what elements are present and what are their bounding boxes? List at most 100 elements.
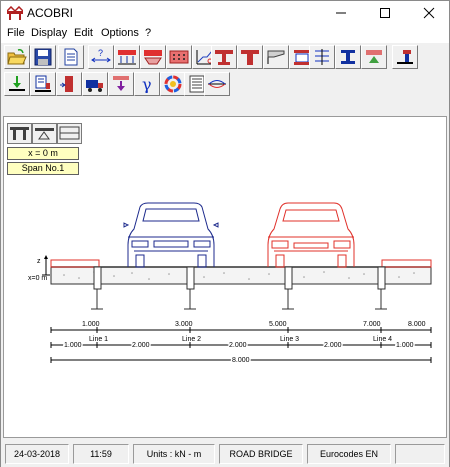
beam-1 bbox=[93, 266, 102, 290]
chainage-1: 1.000 bbox=[82, 321, 100, 328]
z-axis-label: z bbox=[37, 258, 41, 265]
beam-section-button[interactable] bbox=[211, 45, 237, 69]
window-title: ACOBRI bbox=[27, 6, 74, 20]
line-label-2: Line 2 bbox=[182, 336, 201, 343]
align-button[interactable] bbox=[309, 45, 335, 69]
deflection-icon bbox=[208, 80, 226, 88]
status-date: 24-03-2018 bbox=[5, 444, 69, 464]
menu-options[interactable]: Options bbox=[101, 27, 139, 39]
deck-button[interactable] bbox=[263, 45, 289, 69]
deck-icon bbox=[267, 50, 285, 64]
i-beam-icon bbox=[341, 50, 355, 64]
status-bar: 24-03-2018 11:59 Units : kN - m ROAD BRI… bbox=[1, 441, 449, 467]
distributed-load-icon bbox=[169, 50, 189, 64]
distributed-load-button[interactable] bbox=[166, 45, 192, 69]
total-length: 8.000 bbox=[232, 357, 250, 364]
status-extra bbox=[395, 444, 445, 464]
open-icon bbox=[7, 49, 27, 65]
line-label-1: Line 1 bbox=[89, 336, 108, 343]
i-beam-button[interactable] bbox=[335, 45, 361, 69]
drawing-canvas[interactable]: x = 0 m Span No.1 z x=0 m 1.000 3.000 5.… bbox=[3, 116, 447, 438]
pier-icon bbox=[397, 50, 413, 64]
pier-lines bbox=[91, 289, 387, 310]
span-dim-2: 2.000 bbox=[132, 342, 150, 349]
menu-bar: File Display Edit Options ? bbox=[1, 25, 449, 43]
status-code: Eurocodes EN bbox=[307, 444, 391, 464]
truck-icon bbox=[86, 80, 103, 92]
bridge-drawing: z x=0 m 1.000 3.000 5.000 7.000 8.000 1.… bbox=[28, 202, 432, 366]
beam-3 bbox=[284, 266, 293, 290]
status-units: Units : kN - m bbox=[133, 444, 215, 464]
truck-load-icon bbox=[118, 50, 136, 65]
line-label-3: Line 3 bbox=[280, 336, 299, 343]
cantilever-button[interactable] bbox=[237, 45, 263, 69]
svg-text:γ: γ bbox=[142, 75, 152, 93]
maximize-icon bbox=[380, 8, 390, 18]
slab-icon bbox=[144, 50, 162, 65]
truck-load-button[interactable] bbox=[114, 45, 140, 69]
deflection-button[interactable] bbox=[204, 72, 230, 96]
close-icon bbox=[423, 7, 435, 19]
support-icon bbox=[366, 50, 382, 63]
save-button[interactable] bbox=[30, 45, 56, 69]
svg-text:?: ? bbox=[98, 48, 103, 58]
deck-slab bbox=[50, 266, 432, 285]
document-icon bbox=[64, 48, 78, 66]
app-icon bbox=[7, 6, 23, 20]
status-time: 11:59 bbox=[73, 444, 129, 464]
filter-button[interactable] bbox=[108, 72, 134, 96]
menu-display[interactable]: Display bbox=[31, 27, 67, 39]
beam-section-icon bbox=[215, 50, 233, 65]
maximize-button[interactable] bbox=[363, 1, 407, 25]
download-button[interactable] bbox=[4, 72, 30, 96]
cantilever-icon bbox=[241, 50, 259, 65]
minimize-icon bbox=[336, 12, 346, 14]
pier-load-icon bbox=[60, 76, 73, 92]
report-button[interactable] bbox=[30, 72, 56, 96]
help-arrows-icon: ? bbox=[91, 48, 111, 63]
app-window: ACOBRI File Display Edit Options ? ? γ x… bbox=[0, 0, 450, 467]
span-dim-4: 2.000 bbox=[324, 342, 342, 349]
help-arrows-button[interactable]: ? bbox=[88, 45, 114, 69]
menu-help[interactable]: ? bbox=[145, 27, 151, 39]
pier-load-button[interactable] bbox=[56, 72, 82, 96]
close-button[interactable] bbox=[407, 1, 450, 25]
beam-4 bbox=[377, 266, 386, 290]
z-arrow-icon bbox=[44, 255, 48, 259]
right-curb bbox=[381, 259, 432, 268]
chainage-5: 8.000 bbox=[408, 321, 426, 328]
gamma-icon: γ bbox=[142, 75, 152, 93]
support-button[interactable] bbox=[361, 45, 387, 69]
toolbar: ? γ bbox=[1, 43, 449, 113]
status-bridge-type: ROAD BRIDGE bbox=[219, 444, 303, 464]
open-button[interactable] bbox=[4, 45, 30, 69]
download-icon bbox=[9, 76, 25, 91]
origin-label: x=0 m bbox=[28, 275, 47, 282]
color-wheel-icon bbox=[164, 75, 182, 93]
chainage-4: 7.000 bbox=[363, 321, 381, 328]
beam-2 bbox=[186, 266, 195, 290]
gamma-button[interactable]: γ bbox=[134, 72, 160, 96]
report-icon bbox=[35, 75, 51, 92]
menu-edit[interactable]: Edit bbox=[74, 27, 93, 39]
left-curb bbox=[50, 259, 100, 268]
line-label-4: Line 4 bbox=[373, 336, 392, 343]
slab-button[interactable] bbox=[140, 45, 166, 69]
span-dim-3: 2.000 bbox=[229, 342, 247, 349]
span-dim-5: 1.000 bbox=[396, 342, 414, 349]
align-icon bbox=[315, 49, 329, 65]
save-icon bbox=[34, 48, 52, 66]
span-dim-1: 1.000 bbox=[64, 342, 82, 349]
left-car bbox=[123, 202, 219, 268]
pier-button[interactable] bbox=[392, 45, 418, 69]
chainage-3: 5.000 bbox=[269, 321, 287, 328]
title-bar: ACOBRI bbox=[1, 1, 449, 25]
color-wheel-button[interactable] bbox=[160, 72, 186, 96]
menu-file[interactable]: File bbox=[7, 27, 25, 39]
chainage-2: 3.000 bbox=[175, 321, 193, 328]
minimize-button[interactable] bbox=[319, 1, 363, 25]
document-button[interactable] bbox=[58, 45, 84, 69]
filter-icon bbox=[113, 76, 129, 91]
truck-button[interactable] bbox=[82, 72, 108, 96]
right-car bbox=[267, 202, 355, 268]
